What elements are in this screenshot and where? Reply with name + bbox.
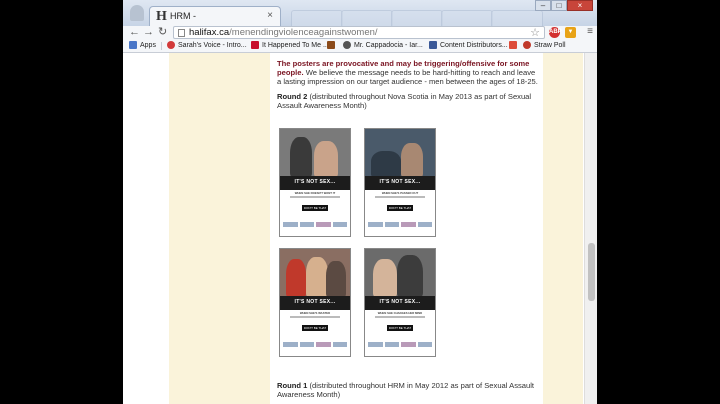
- ribbon-icon: [327, 41, 335, 49]
- url-text[interactable]: halifax.ca/menendingviolenceagainstwomen…: [189, 27, 378, 39]
- bookmark-separator: [161, 42, 162, 50]
- poster-subline: WHEN SHE CHANGES HER MIND: [377, 311, 423, 315]
- poster-fine-print: [375, 196, 425, 198]
- main-content: The posters are provocative and may be t…: [277, 59, 539, 115]
- security-shield-icon[interactable]: ▼: [565, 27, 576, 38]
- forward-arrow-icon[interactable]: →: [143, 26, 154, 38]
- heart-icon: [167, 41, 175, 49]
- poster-sponsor-logos: [283, 342, 347, 347]
- bookmark-apps[interactable]: Apps: [129, 41, 156, 49]
- back-arrow-icon[interactable]: ←: [129, 26, 140, 38]
- background-tab[interactable]: [291, 10, 343, 26]
- url-host: halifax.ca: [189, 27, 230, 38]
- page-icon: [178, 29, 185, 37]
- c-icon: [343, 41, 351, 49]
- menu-icon[interactable]: ≡: [587, 26, 593, 37]
- poster-2[interactable]: IT'S NOT SEX... WHEN SHE'S PASSED OUT DO…: [364, 128, 436, 237]
- poster-fine-print: [290, 196, 340, 198]
- maximize-button[interactable]: □: [551, 0, 567, 11]
- poster-fine-print: [290, 316, 340, 318]
- bookmark-label: It Happened To Me ...: [262, 41, 329, 49]
- background-tab[interactable]: [491, 10, 543, 26]
- bookmark-sarahs-voice[interactable]: Sarah's Voice - Intro...: [167, 41, 247, 49]
- poster-subline: WHEN SHE'S WASTED: [299, 311, 331, 315]
- round2-paragraph: Round 2 (distributed throughout Nova Sco…: [277, 92, 539, 110]
- straw-poll-icon: [523, 41, 531, 49]
- bookmark-content-distributors[interactable]: Content Distributors...: [429, 41, 508, 49]
- bookmark-label: Sarah's Voice - Intro...: [178, 41, 247, 49]
- bookmark-straw-poll[interactable]: Straw Poll: [523, 41, 566, 49]
- tab-active[interactable]: H HRM - ×: [149, 6, 281, 26]
- poster-sponsor-logos: [368, 342, 432, 347]
- poster-headline: IT'S NOT SEX...: [379, 179, 421, 185]
- bookmark-label: Content Distributors...: [440, 41, 508, 49]
- bookmarks-bar: Apps Sarah's Voice - Intro... It Happene…: [123, 39, 597, 53]
- profile-icon[interactable]: [130, 5, 144, 21]
- round1-text: (distributed throughout HRM in May 2012 …: [277, 381, 535, 400]
- bookmark-label: Straw Poll: [534, 41, 566, 49]
- bookmark-label: Mr. Cappadocia - Iar...: [354, 41, 423, 49]
- bookmark-ribbon[interactable]: [327, 41, 338, 49]
- close-window-button[interactable]: ×: [567, 0, 593, 11]
- scrollbar-thumb[interactable]: [588, 243, 595, 301]
- poster-brand: DON'T BE THAT GUY: [302, 205, 328, 216]
- poster-brand: DON'T BE THAT GUY: [302, 325, 328, 336]
- minimize-button[interactable]: –: [535, 0, 551, 11]
- round2-label: Round 2: [277, 91, 308, 101]
- page-scrollbar[interactable]: [584, 53, 597, 404]
- poster-1[interactable]: IT'S NOT SEX... WHEN SHE DOESN'T WANT IT…: [279, 128, 351, 237]
- background-tab[interactable]: [341, 10, 393, 26]
- poster-subline: WHEN SHE DOESN'T WANT IT: [294, 191, 336, 195]
- reload-icon[interactable]: ↻: [158, 26, 167, 38]
- toolbar: ← → ↻ halifax.ca/menendingviolenceagains…: [123, 26, 597, 39]
- poster-3[interactable]: IT'S NOT SEX... WHEN SHE'S WASTED DON'T …: [279, 248, 351, 357]
- close-tab-icon[interactable]: ×: [267, 10, 273, 21]
- bookmark-it-happened-to-me[interactable]: It Happened To Me ...: [251, 41, 329, 49]
- poster-sponsor-logos: [283, 222, 347, 227]
- bookmark-label: Apps: [140, 41, 156, 49]
- poster-subline: WHEN SHE'S PASSED OUT: [381, 191, 419, 195]
- adblock-icon[interactable]: ABP: [549, 27, 562, 38]
- round1-paragraph: Round 1 (distributed throughout HRM in M…: [277, 381, 539, 399]
- bookmark-star-icon[interactable]: ☆: [530, 26, 540, 39]
- poster-headline: IT'S NOT SEX...: [294, 299, 336, 305]
- window-controls: – □ ×: [535, 0, 593, 12]
- poster-brand: DON'T BE THAT GUY: [387, 205, 413, 216]
- web-page: The posters are provocative and may be t…: [123, 53, 597, 404]
- address-bar[interactable]: halifax.ca/menendingviolenceagainstwomen…: [173, 26, 545, 39]
- background-tab[interactable]: [441, 10, 493, 26]
- bookmark-mr-cappadocia[interactable]: Mr. Cappadocia - Iar...: [343, 41, 423, 49]
- poster-fine-print: [375, 316, 425, 318]
- tab-strip: H HRM - × – □ ×: [123, 0, 597, 26]
- intro-text: We believe the message needs to be hard-…: [277, 68, 538, 87]
- url-path: /menendingviolenceagainstwomen/: [229, 27, 378, 38]
- google-plus-icon: [509, 41, 517, 49]
- bookmark-google-plus[interactable]: [509, 41, 520, 49]
- tab-title: HRM -: [170, 11, 196, 21]
- right-side-panel: [543, 53, 583, 404]
- poster-headline: IT'S NOT SEX...: [379, 299, 421, 305]
- apps-grid-icon: [129, 41, 137, 49]
- background-tab[interactable]: [391, 10, 443, 26]
- intro-paragraph: The posters are provocative and may be t…: [277, 59, 539, 87]
- hrm-favicon-icon: H: [156, 9, 167, 24]
- poster-4[interactable]: IT'S NOT SEX... WHEN SHE CHANGES HER MIN…: [364, 248, 436, 357]
- round1-label: Round 1: [277, 381, 308, 390]
- poster-sponsor-logos: [368, 222, 432, 227]
- round2-text: (distributed throughout Nova Scotia in M…: [277, 91, 532, 110]
- left-side-panel: [169, 53, 270, 404]
- xojane-icon: [251, 41, 259, 49]
- facebook-icon: [429, 41, 437, 49]
- browser-window: H HRM - × – □ × ← → ↻ halifax.ca/menendi…: [123, 0, 597, 404]
- poster-brand: DON'T BE THAT GUY: [387, 325, 413, 336]
- poster-headline: IT'S NOT SEX...: [294, 179, 336, 185]
